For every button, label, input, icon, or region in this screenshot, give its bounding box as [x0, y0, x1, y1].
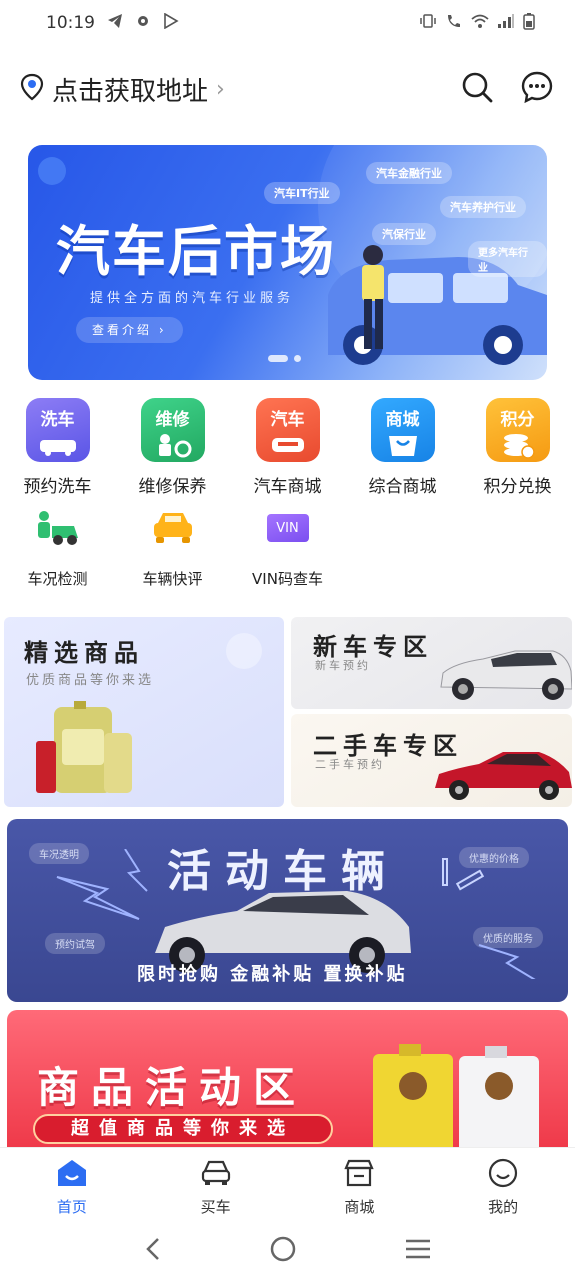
tab-mall[interactable]: 商城 [288, 1148, 432, 1217]
car-icon [149, 504, 197, 552]
recent-apps-icon[interactable] [404, 1237, 432, 1265]
service-general-mall[interactable]: 商城 综合商城 [345, 398, 460, 498]
tab-label: 商城 [344, 1198, 375, 1216]
service-car-wash[interactable]: 洗车 预约洗车 [0, 398, 115, 498]
service-quick-evaluation[interactable]: 车辆快评 [115, 504, 230, 604]
wifi-call-icon [445, 13, 463, 33]
search-icon [461, 71, 493, 107]
play-store-icon [163, 12, 179, 34]
back-icon[interactable] [143, 1236, 163, 1266]
used-car-subtitle: 二手车预约 [315, 758, 385, 771]
service-condition-check[interactable]: 车况检测 [0, 504, 115, 604]
system-navigation-bar [0, 1222, 575, 1280]
car-wash-icon: 洗车 [25, 398, 90, 462]
vibrate-icon [419, 13, 437, 33]
goods-activity-subtitle: 超值商品等你来选 [33, 1114, 333, 1144]
featured-goods-subtitle: 优质商品等你来选 [26, 673, 155, 688]
location-text: 点击获取地址 [52, 76, 209, 107]
chat-bubble-icon [520, 70, 554, 108]
hero-banner[interactable]: 汽车IT行业 汽车金融行业 汽车养护行业 汽保行业 更多汽车行业 汽车后市场 提… [28, 145, 547, 380]
status-time: 10:19 [46, 13, 95, 33]
message-button[interactable] [519, 71, 555, 107]
status-bar: 10:19 [0, 0, 575, 46]
service-label: 综合商城 [368, 477, 437, 497]
icon-caption: 汽车 [270, 410, 305, 430]
service-maintenance[interactable]: 维修 维修保养 [115, 398, 230, 498]
activity-vehicles-banner[interactable]: 活动车辆 车况透明 预约试驾 优惠的价格 优质的服务 限时抢购 金融补贴 置换补… [7, 819, 568, 1002]
car-icon [200, 1158, 232, 1192]
carousel-dot [294, 355, 301, 362]
chevron-right-icon: › [216, 76, 225, 102]
tab-home[interactable]: 首页 [0, 1148, 144, 1217]
tab-label: 买车 [200, 1198, 231, 1216]
settings-gear-icon [135, 13, 151, 34]
location-pin-icon [20, 73, 44, 105]
service-label: 车况检测 [27, 570, 88, 588]
location-selector[interactable]: 点击获取地址 › [20, 71, 225, 108]
banner-title: 汽车后市场 [56, 220, 336, 283]
car-inspection-icon [34, 504, 82, 552]
store-icon [343, 1158, 375, 1192]
service-label: 车辆快评 [142, 570, 203, 588]
service-points-exchange[interactable]: 积分 积分兑换 [460, 398, 575, 498]
carousel-dot-active [268, 355, 288, 362]
tab-buy-car[interactable]: 买车 [144, 1148, 288, 1217]
vin-badge: VIN [266, 514, 309, 542]
wifi-icon [471, 13, 489, 33]
header: 点击获取地址 › [0, 62, 575, 116]
tab-profile[interactable]: 我的 [431, 1148, 575, 1217]
banner-tag: 汽车养护行业 [440, 196, 526, 218]
car-shop-icon: 汽车 [255, 398, 320, 462]
new-car-subtitle: 新车预约 [315, 659, 371, 672]
service-label: 汽车商城 [253, 477, 322, 497]
icon-caption: 积分 [500, 410, 535, 430]
service-vin-lookup[interactable]: VIN VIN码查车 [230, 504, 345, 604]
battery-icon [523, 12, 535, 34]
repair-icon: 维修 [140, 398, 205, 462]
new-car-card[interactable]: 新车专区 新车预约 [291, 617, 572, 709]
tab-label: 首页 [56, 1198, 87, 1216]
shopping-bag-icon: 商城 [370, 398, 435, 462]
activity-vehicles-subtitle: 限时抢购 金融补贴 置换补贴 [137, 964, 408, 985]
goods-activity-banner[interactable]: 商品活动区 超值商品等你来选 [7, 1010, 568, 1147]
banner-tag: 汽车IT行业 [264, 182, 340, 204]
signal-icon [497, 13, 515, 33]
search-button[interactable] [459, 71, 495, 107]
used-car-card[interactable]: 二手车专区 二手车预约 [291, 714, 572, 807]
featured-goods-card[interactable]: 精选商品 优质商品等你来选 [4, 617, 284, 807]
smiley-profile-icon [487, 1158, 519, 1192]
featured-goods-title: 精选商品 [24, 639, 144, 667]
service-grid: 洗车 预约洗车 维修 维修保养 汽车 汽车商城 商城 综合商城 积分 积分兑换 … [0, 398, 575, 604]
service-label: VIN码查车 [252, 570, 323, 588]
banner-tag: 汽车金融行业 [366, 162, 452, 184]
carousel-indicator [268, 355, 301, 362]
red-sedan-image [435, 752, 572, 800]
service-label: 维修保养 [138, 477, 207, 497]
banner-tag: 汽保行业 [372, 223, 436, 245]
telegram-icon [107, 13, 123, 34]
vin-icon: VIN [264, 504, 312, 552]
engine-oil-image [36, 701, 132, 793]
white-suv-image [440, 650, 572, 700]
service-label: 预约洗车 [23, 477, 92, 497]
banner-tag: 更多汽车行业 [468, 241, 547, 277]
icon-caption: 商城 [385, 410, 420, 430]
service-car-mall[interactable]: 汽车 汽车商城 [230, 398, 345, 498]
oil-cans-image [373, 1044, 539, 1147]
coins-icon: 积分 [485, 398, 550, 462]
home-icon [56, 1158, 88, 1192]
goods-activity-title: 商品活动区 [37, 1063, 308, 1112]
paw-decoration [226, 633, 262, 669]
banner-view-intro-button[interactable]: 查看介绍 › [76, 317, 183, 343]
bottom-tab-bar: 首页 买车 商城 我的 [0, 1147, 575, 1217]
service-label: 积分兑换 [483, 477, 552, 497]
home-circle-icon[interactable] [269, 1235, 297, 1267]
tab-label: 我的 [488, 1198, 519, 1216]
icon-caption: 维修 [155, 410, 190, 430]
icon-caption: 洗车 [40, 410, 75, 430]
banner-subtitle: 提供全方面的汽车行业服务 [90, 291, 295, 306]
